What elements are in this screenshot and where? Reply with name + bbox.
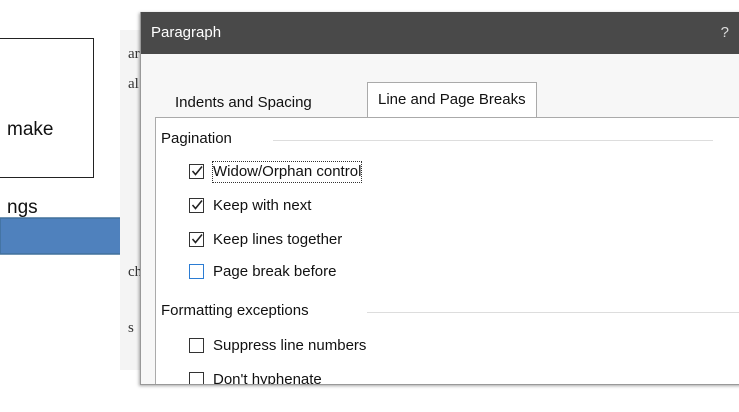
checkmark-icon (191, 165, 203, 176)
checkbox-box[interactable] (189, 264, 204, 279)
callout-note-box: make ngs (0, 38, 94, 218)
callout-line-1: make (7, 119, 54, 140)
checkbox-label[interactable]: Suppress line numbers (213, 336, 366, 356)
paragraph-dialog: Paragraph ? Indents and Spacing Line and… (140, 12, 739, 385)
formatting-exceptions-heading: Formatting exceptions (161, 302, 309, 319)
background-text-fragment: al (128, 76, 139, 92)
tab-indents-and-spacing[interactable]: Indents and Spacing (167, 88, 320, 116)
checkbox-label[interactable]: Don't hyphenate (213, 370, 322, 384)
tab-divider (155, 117, 739, 118)
section-divider (273, 140, 713, 141)
pagination-heading: Pagination (161, 130, 232, 147)
checkbox-label[interactable]: Page break before (213, 262, 336, 282)
checkbox-box[interactable] (189, 198, 204, 213)
background-text-fragment: s (128, 320, 134, 336)
help-button[interactable]: ? (721, 24, 729, 41)
checkbox-box[interactable] (189, 338, 204, 353)
checkbox-label[interactable]: Widow/Orphan control (211, 161, 363, 183)
checkbox-label[interactable]: Keep with next (213, 196, 311, 216)
checkbox-label[interactable]: Keep lines together (213, 230, 342, 250)
tab-strip: Indents and Spacing Line and Page Breaks (141, 54, 739, 124)
dialog-titlebar[interactable]: Paragraph ? (141, 12, 739, 54)
background-text-fragment: ch (128, 264, 140, 280)
checkmark-icon (191, 199, 203, 210)
dialog-title: Paragraph (151, 24, 222, 41)
tab-line-and-page-breaks[interactable]: Line and Page Breaks (367, 82, 537, 118)
tab-label: Indents and Spacing (175, 94, 312, 111)
background-text-fragment: ar (128, 46, 140, 62)
background-document: ar al ch s (120, 30, 140, 370)
formatting-exceptions-section: Formatting exceptions (161, 302, 739, 319)
checkmark-icon (191, 233, 203, 244)
checkbox-box[interactable] (189, 232, 204, 247)
checkbox-box[interactable] (189, 372, 204, 384)
tab-label: Line and Page Breaks (378, 91, 526, 108)
checkbox-box[interactable] (189, 164, 204, 179)
section-divider (367, 312, 739, 313)
pagination-section: Pagination (161, 130, 713, 147)
